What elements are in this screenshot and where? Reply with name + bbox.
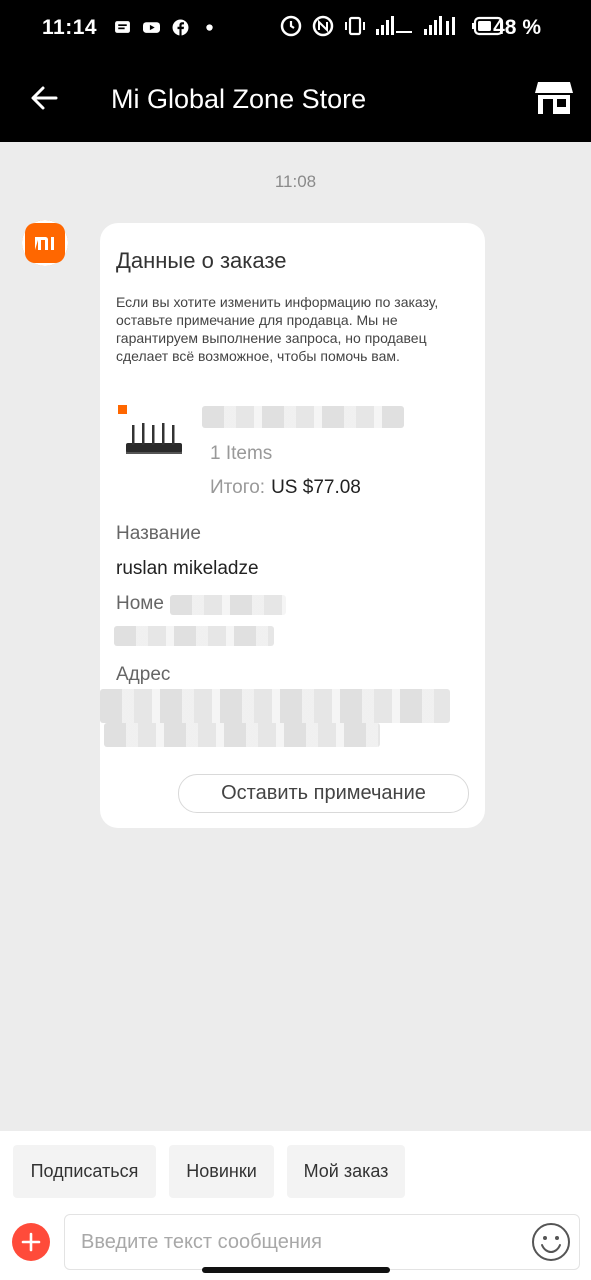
signal-icon-1	[376, 16, 412, 35]
message-icon	[115, 21, 130, 33]
subscribe-button[interactable]: Подписаться	[13, 1145, 156, 1198]
dot-icon	[206, 24, 213, 31]
message-input[interactable]	[79, 1215, 523, 1269]
home-indicator[interactable]	[202, 1267, 390, 1273]
emoji-icon[interactable]	[531, 1222, 571, 1262]
bottom-panel: Подписаться Новинки Мой заказ	[0, 1131, 591, 1280]
facebook-icon	[172, 19, 189, 36]
status-time: 11:14	[42, 16, 98, 39]
card-title: Данные о заказе	[116, 248, 287, 273]
youtube-icon	[143, 22, 160, 33]
system-icons	[280, 15, 506, 37]
battery-percent: 48 %	[493, 16, 541, 39]
message-input-box[interactable]	[64, 1214, 580, 1270]
my-order-button[interactable]: Мой заказ	[287, 1145, 405, 1198]
top-bar: 11:14 48 % Mi Global Zone Store	[0, 0, 591, 142]
order-total: Итого: US $77.08	[210, 477, 361, 499]
store-icon[interactable]	[534, 80, 574, 116]
add-attachment-button[interactable]	[12, 1223, 50, 1261]
address-label: Адрес	[116, 664, 171, 685]
alarm-icon	[280, 15, 302, 37]
product-name-redacted	[202, 406, 404, 428]
store-title: Mi Global Zone Store	[111, 84, 367, 114]
status-bar: 11:14 48 %	[0, 0, 591, 56]
back-arrow-icon[interactable]	[28, 82, 60, 114]
order-details-card: Данные о заказе Если вы хотите изменить …	[100, 223, 485, 828]
phone-redacted-1	[170, 595, 286, 615]
name-label: Название	[116, 523, 201, 544]
address-redacted-2	[104, 723, 380, 747]
item-count: 1 Items	[210, 443, 273, 464]
signal-icon-2	[424, 16, 455, 35]
store-avatar[interactable]	[22, 220, 68, 266]
mi-logo-icon	[25, 223, 65, 263]
name-value: ruslan mikeladze	[116, 558, 259, 579]
phone-redacted-2	[114, 626, 274, 646]
phone-label: Номе	[116, 593, 164, 614]
plus-icon	[21, 1232, 41, 1252]
message-timestamp: 11:08	[274, 172, 317, 191]
nfc-icon	[312, 15, 334, 37]
new-arrivals-button[interactable]: Новинки	[169, 1145, 274, 1198]
total-amount: US $77.08	[271, 477, 361, 498]
card-description: Если вы хотите изменить информацию по за…	[116, 294, 439, 364]
notification-icons	[114, 19, 218, 36]
total-label: Итого:	[210, 477, 266, 498]
vibrate-icon	[345, 16, 365, 36]
leave-note-button[interactable]: Оставить примечание	[178, 774, 469, 813]
mi-logo-glyph	[35, 237, 54, 250]
mi-small-logo-icon	[118, 405, 127, 414]
address-redacted-1	[100, 689, 450, 723]
router-product-image[interactable]	[122, 419, 186, 459]
